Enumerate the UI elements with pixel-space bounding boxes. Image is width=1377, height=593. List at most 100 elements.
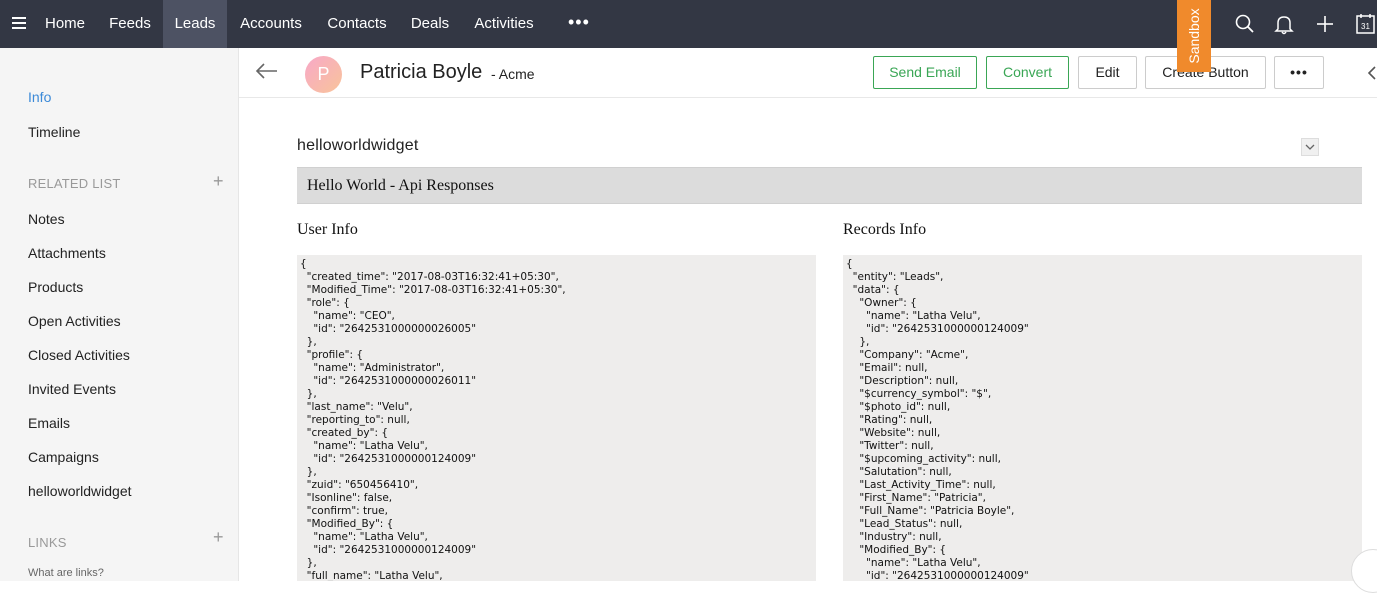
json-line: "$photo_id": null,	[846, 401, 951, 413]
json-line: "Modified_By": {	[846, 544, 947, 556]
tab-feeds[interactable]: Feeds	[97, 0, 163, 48]
json-line: },	[846, 336, 870, 348]
json-line: "Modified_By": {	[300, 518, 394, 530]
sandbox-tag[interactable]: Sandbox	[1177, 0, 1211, 72]
chevron-down-icon	[1305, 144, 1315, 150]
json-line: "id": "2642531000000124009"	[846, 323, 1029, 335]
json-line: "name": "CEO",	[300, 310, 395, 322]
sidebar-item-timeline[interactable]: Timeline	[28, 124, 80, 140]
json-line: "First_Name": "Patricia",	[846, 492, 986, 504]
sidebar-item-emails[interactable]: Emails	[28, 415, 70, 431]
tab-accounts[interactable]: Accounts	[227, 0, 315, 48]
user-info-json-panel: { "created_time": "2017-08-03T16:32:41+0…	[297, 255, 816, 581]
top-navigation-bar: Home Feeds Leads Accounts Contacts Deals…	[0, 0, 1377, 48]
record-company: - Acme	[491, 66, 535, 82]
json-line: "id": "2642531000000124009"	[300, 453, 477, 465]
json-line: "Twitter": null,	[846, 440, 934, 452]
json-line: "last_name": "Velu",	[300, 401, 413, 413]
json-line: "$currency_symbol": "$",	[846, 388, 992, 400]
sandbox-label: Sandbox	[1186, 8, 1202, 64]
json-line: "Last_Activity_Time": null,	[846, 479, 996, 491]
json-line: {	[846, 258, 853, 270]
records-info-json-panel: { "entity": "Leads", "data": { "Owner": …	[843, 255, 1362, 581]
widget-collapse-toggle[interactable]	[1301, 138, 1319, 156]
sidebar-item-attachments[interactable]: Attachments	[28, 245, 106, 261]
json-line: "name": "Latha Velu",	[300, 531, 428, 543]
json-line: {	[300, 258, 307, 270]
json-line: "entity": "Leads",	[846, 271, 944, 283]
json-line: "id": "2642531000000124009"	[846, 570, 1029, 581]
links-heading: LINKS	[28, 535, 67, 550]
sidebar-item-info[interactable]: Info	[28, 89, 51, 105]
tab-home[interactable]: Home	[33, 0, 97, 48]
json-line: "id": "2642531000000026011"	[300, 375, 477, 387]
json-line: "confirm": true,	[300, 505, 388, 517]
widget-header-bar: Hello World - Api Responses	[297, 167, 1362, 204]
json-line: "name": "Latha Velu",	[300, 440, 428, 452]
json-line: },	[300, 388, 317, 400]
json-line: "id": "2642531000000026005"	[300, 323, 477, 335]
search-icon[interactable]	[1233, 12, 1257, 36]
calendar-icon[interactable]: 31	[1354, 12, 1377, 36]
tab-leads[interactable]: Leads	[163, 0, 227, 48]
sidebar-item-invited-events[interactable]: Invited Events	[28, 381, 116, 397]
json-line: "created_by": {	[300, 427, 389, 439]
plus-icon[interactable]	[1313, 12, 1337, 36]
json-line: "Salutation": null,	[846, 466, 952, 478]
json-line: "Isonline": false,	[300, 492, 393, 504]
json-line: "data": {	[846, 284, 900, 296]
json-line: "Website": null,	[846, 427, 941, 439]
chevron-left-icon[interactable]	[1367, 66, 1377, 80]
json-line: },	[300, 466, 317, 478]
avatar[interactable]: P	[305, 56, 342, 93]
calendar-day: 31	[1361, 22, 1370, 31]
back-arrow-icon[interactable]	[255, 62, 279, 80]
bell-icon[interactable]	[1272, 12, 1296, 36]
json-line: },	[300, 557, 317, 569]
sidebar-item-open-activities[interactable]: Open Activities	[28, 313, 121, 329]
related-list-heading: RELATED LIST	[28, 176, 121, 191]
sidebar-item-notes[interactable]: Notes	[28, 211, 65, 227]
add-related-list-button[interactable]: +	[213, 171, 224, 192]
json-line: },	[300, 336, 317, 348]
sidebar-item-products[interactable]: Products	[28, 279, 83, 295]
json-line: "Owner": {	[846, 297, 917, 309]
json-line: "name": "Administrator",	[300, 362, 445, 374]
json-line: "Lead_Status": null,	[846, 518, 963, 530]
add-link-button[interactable]: +	[213, 527, 224, 548]
json-line: "Modified_Time": "2017-08-03T16:32:41+05…	[300, 284, 566, 296]
json-line: "$upcoming_activity": null,	[846, 453, 1001, 465]
links-help-link[interactable]: What are links?	[28, 567, 104, 579]
tab-deals[interactable]: Deals	[399, 0, 461, 48]
sidebar-item-helloworldwidget[interactable]: helloworldwidget	[28, 483, 132, 499]
more-tabs-button[interactable]: •••	[568, 0, 590, 48]
json-line: "full_name": "Latha Velu",	[300, 570, 443, 581]
menu-icon[interactable]	[12, 17, 26, 29]
edit-button[interactable]: Edit	[1078, 56, 1137, 89]
json-line: "name": "Latha Velu",	[846, 557, 981, 569]
json-line: "Email": null,	[846, 362, 928, 374]
json-line: "role": {	[300, 297, 350, 309]
json-line: "created_time": "2017-08-03T16:32:41+05:…	[300, 271, 559, 283]
json-line: "reporting_to": null,	[300, 414, 410, 426]
json-line: "profile": {	[300, 349, 364, 361]
sidebar-item-closed-activities[interactable]: Closed Activities	[28, 347, 130, 363]
send-email-button[interactable]: Send Email	[873, 56, 977, 89]
record-name: Patricia Boyle	[360, 61, 483, 83]
json-line: "Industry": null,	[846, 531, 942, 543]
convert-button[interactable]: Convert	[986, 56, 1069, 89]
user-info-title: User Info	[297, 221, 358, 238]
json-line: "zuid": "650456410",	[300, 479, 419, 491]
json-line: "Full_Name": "Patricia Boyle",	[846, 505, 1015, 517]
json-line: "Company": "Acme",	[846, 349, 969, 361]
sidebar-item-campaigns[interactable]: Campaigns	[28, 449, 99, 465]
json-line: "id": "2642531000000124009"	[300, 544, 477, 556]
json-line: "Description": null,	[846, 375, 959, 387]
tab-contacts[interactable]: Contacts	[315, 0, 399, 48]
widget-bar-title: Hello World - Api Responses	[307, 177, 494, 194]
sidebar: Info Timeline RELATED LIST + Notes Attac…	[0, 48, 239, 581]
tab-activities[interactable]: Activities	[461, 0, 547, 48]
json-line: "Rating": null,	[846, 414, 933, 426]
records-info-title: Records Info	[843, 221, 927, 238]
more-actions-button[interactable]: •••	[1274, 56, 1324, 89]
